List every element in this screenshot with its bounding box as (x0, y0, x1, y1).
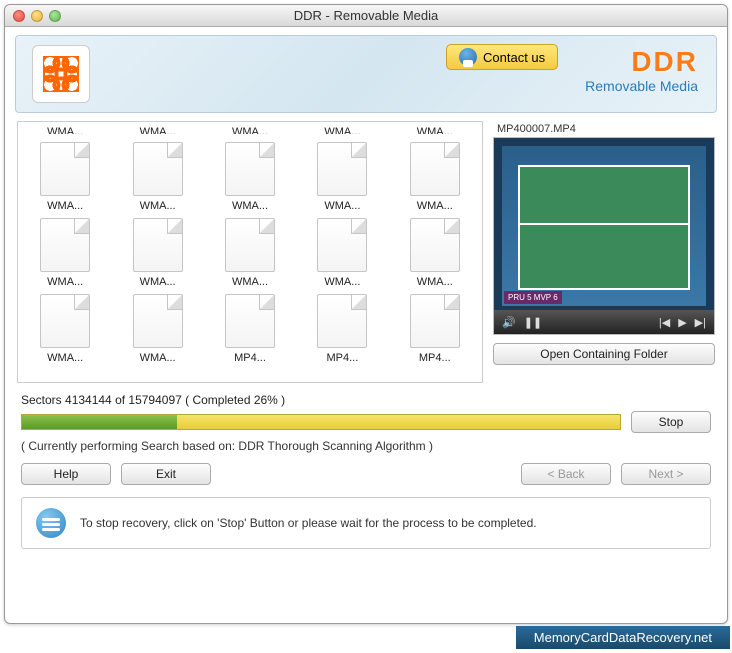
file-item[interactable]: MP4... (390, 288, 480, 364)
file-item[interactable]: WMA... (112, 126, 202, 134)
file-item[interactable]: MP4... (205, 288, 295, 364)
progress-bar (21, 414, 621, 430)
file-item[interactable]: WMA... (112, 288, 202, 364)
exit-button[interactable]: Exit (121, 463, 211, 485)
file-label: WMA... (112, 126, 202, 134)
preview-image (502, 146, 706, 306)
file-icon (225, 142, 275, 196)
file-label: WMA... (112, 200, 202, 212)
file-item[interactable]: WMA... (205, 126, 295, 134)
back-button[interactable]: < Back (521, 463, 611, 485)
file-item[interactable]: WMA... (20, 212, 110, 288)
open-containing-folder-button[interactable]: Open Containing Folder (493, 343, 715, 365)
contact-us-button[interactable]: Contact us (446, 44, 558, 70)
window-controls (13, 10, 61, 22)
preview-panel: MP400007.MP4 PRU 5 MVP 6 🔊 ❚❚ |◀ ▶ ▶| (493, 121, 715, 383)
file-label: WMA... (20, 126, 110, 134)
file-item[interactable]: WMA... (20, 136, 110, 212)
app-logo (32, 45, 90, 103)
file-item[interactable]: WMA... (390, 126, 480, 134)
info-icon (36, 508, 66, 538)
file-icon (317, 142, 367, 196)
volume-icon[interactable]: 🔊 (502, 316, 516, 329)
video-preview[interactable]: PRU 5 MVP 6 🔊 ❚❚ |◀ ▶ ▶| (493, 137, 715, 335)
file-label: WMA... (205, 276, 295, 288)
file-label: WMA... (390, 276, 480, 288)
file-icon (225, 294, 275, 348)
brand-title: DDR (585, 46, 698, 78)
file-label: MP4... (205, 352, 295, 364)
file-label: WMA... (20, 276, 110, 288)
close-window-button[interactable] (13, 10, 25, 22)
file-label: WMA... (297, 200, 387, 212)
header-banner: Contact us DDR Removable Media (15, 35, 717, 113)
file-icon (317, 218, 367, 272)
logo-icon (43, 56, 79, 92)
file-item[interactable]: WMA... (205, 212, 295, 288)
score-overlay: PRU 5 MVP 6 (504, 291, 562, 304)
brand-block: DDR Removable Media (585, 46, 698, 94)
file-label: WMA... (205, 126, 295, 134)
file-icon (410, 218, 460, 272)
file-item[interactable]: WMA... (297, 126, 387, 134)
hint-box: To stop recovery, click on 'Stop' Button… (21, 497, 711, 549)
brand-subtitle: Removable Media (585, 78, 698, 94)
algorithm-text: ( Currently performing Search based on: … (21, 439, 711, 453)
pause-icon[interactable]: ❚❚ (524, 316, 542, 329)
window-title: DDR - Removable Media (5, 8, 727, 23)
stop-button[interactable]: Stop (631, 411, 711, 433)
file-label: WMA... (205, 200, 295, 212)
file-label: WMA... (390, 200, 480, 212)
footer-site-tag: MemoryCardDataRecovery.net (516, 626, 730, 649)
file-icon (317, 294, 367, 348)
play-icon[interactable]: ▶ (678, 316, 686, 329)
file-item[interactable]: MP4... (297, 288, 387, 364)
file-item[interactable]: WMA... (20, 288, 110, 364)
file-icon (40, 142, 90, 196)
file-item[interactable]: WMA... (390, 136, 480, 212)
help-button[interactable]: Help (21, 463, 111, 485)
file-label: WMA... (20, 352, 110, 364)
file-label: WMA... (20, 200, 110, 212)
file-icon (40, 294, 90, 348)
file-icon (40, 218, 90, 272)
next-track-icon[interactable]: ▶| (695, 316, 706, 329)
file-icon (133, 294, 183, 348)
content-area: WMA... WMA... WMA... WMA... WMA... WMA..… (5, 113, 727, 549)
file-label: WMA... (297, 126, 387, 134)
file-icon (410, 142, 460, 196)
file-icon (133, 142, 183, 196)
prev-track-icon[interactable]: |◀ (659, 316, 670, 329)
file-item[interactable]: WMA... (112, 212, 202, 288)
hint-text: To stop recovery, click on 'Stop' Button… (80, 516, 537, 530)
app-window: DDR - Removable Media Contact us DDR Rem… (4, 4, 728, 624)
file-label: WMA... (112, 352, 202, 364)
person-icon (459, 48, 477, 66)
file-icon (225, 218, 275, 272)
file-item[interactable]: WMA... (390, 212, 480, 288)
file-item[interactable]: WMA... (297, 136, 387, 212)
file-label: WMA... (390, 126, 480, 134)
contact-us-label: Contact us (483, 50, 545, 65)
file-item[interactable]: WMA... (112, 136, 202, 212)
file-label: WMA... (112, 276, 202, 288)
minimize-window-button[interactable] (31, 10, 43, 22)
media-controls: 🔊 ❚❚ |◀ ▶ ▶| (494, 310, 714, 334)
zoom-window-button[interactable] (49, 10, 61, 22)
file-label: MP4... (297, 352, 387, 364)
preview-filename: MP400007.MP4 (493, 121, 715, 137)
titlebar: DDR - Removable Media (5, 5, 727, 27)
file-item[interactable]: WMA... (205, 136, 295, 212)
file-label: WMA... (297, 276, 387, 288)
progress-fill (22, 415, 177, 429)
file-label: MP4... (390, 352, 480, 364)
file-icon (133, 218, 183, 272)
recovered-files-grid[interactable]: WMA... WMA... WMA... WMA... WMA... WMA..… (17, 121, 483, 383)
next-button[interactable]: Next > (621, 463, 711, 485)
progress-text: Sectors 4134144 of 15794097 ( Completed … (21, 393, 711, 407)
file-item[interactable]: WMA... (297, 212, 387, 288)
file-icon (410, 294, 460, 348)
nav-buttons: Help Exit < Back Next > (21, 463, 711, 485)
file-item[interactable]: WMA... (20, 126, 110, 134)
